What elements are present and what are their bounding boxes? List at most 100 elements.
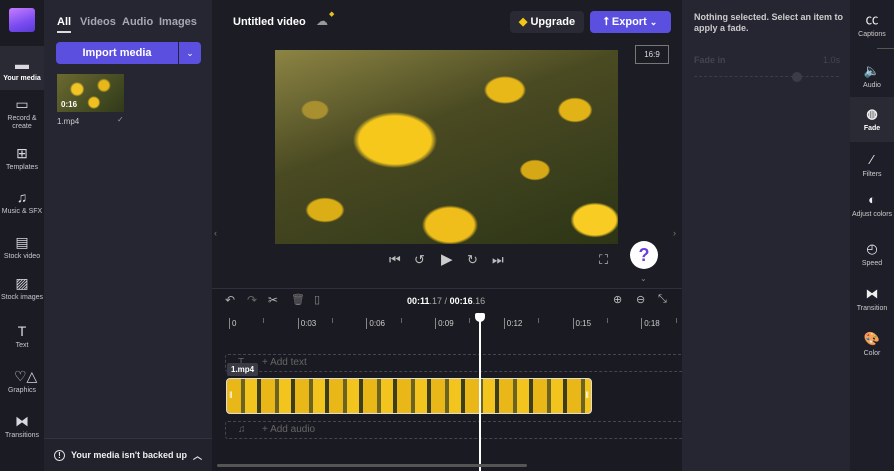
- media-filename: 1.mp4: [57, 117, 80, 126]
- aspect-ratio-button[interactable]: 16:9: [635, 45, 669, 64]
- nav-audio[interactable]: 🔈 Audio: [850, 63, 894, 90]
- playhead[interactable]: [479, 313, 481, 471]
- premium-gem-icon: ◆: [329, 11, 335, 18]
- help-button[interactable]: ?: [630, 241, 658, 269]
- undo-icon[interactable]: ↶: [225, 293, 235, 307]
- nav-color[interactable]: 🎨 Color: [850, 331, 894, 358]
- timeline-scrollbar[interactable]: [217, 464, 527, 467]
- properties-panel: Nothing selected. Select an item to appl…: [682, 0, 850, 471]
- nav-text[interactable]: T Text: [0, 323, 44, 350]
- image-icon: ▨: [15, 275, 29, 291]
- zoom-in-icon[interactable]: ⊕: [613, 293, 622, 306]
- nav-fade[interactable]: ◍ Fade: [850, 97, 894, 142]
- trim-handle-right[interactable]: ‖: [585, 390, 589, 400]
- skip-start-icon[interactable]: ⏮: [389, 252, 401, 268]
- zoom-out-icon[interactable]: ⊖: [636, 293, 645, 306]
- nav-graphics[interactable]: ♡△ Graphics: [0, 368, 44, 395]
- ruler-tick: [297, 318, 299, 329]
- nav-stock-images[interactable]: ▨ Stock images: [0, 275, 44, 302]
- nav-label: Graphics: [7, 387, 36, 394]
- nav-templates[interactable]: ⊞ Templates: [0, 145, 44, 172]
- upgrade-label: Upgrade: [530, 16, 576, 28]
- nav-adjust-colors[interactable]: ◐ Adjust colors: [850, 192, 894, 219]
- current-frac: .17: [429, 296, 443, 306]
- transition-icon: ⧓: [865, 286, 879, 301]
- ruler-minor-tick: [332, 318, 334, 323]
- tab-audio[interactable]: Audio: [122, 16, 153, 28]
- ruler-tick: [572, 318, 574, 329]
- no-selection-message: Nothing selected. Select an item to appl…: [694, 12, 844, 33]
- add-text-track[interactable]: T+ Add text: [225, 354, 685, 372]
- ruler-label: 0:15: [575, 319, 592, 328]
- add-media-icon[interactable]: ▯: [314, 293, 320, 306]
- export-label: Export: [611, 16, 647, 28]
- check-icon: ✓: [117, 115, 124, 124]
- ruler-label: 0:09: [438, 319, 454, 328]
- speaker-icon: 🔈: [863, 63, 881, 78]
- skip-end-icon[interactable]: ⏭: [492, 252, 504, 268]
- text-icon: T: [17, 323, 27, 339]
- tab-videos[interactable]: Videos: [80, 16, 116, 28]
- nav-record-create[interactable]: ▭ Record & create: [0, 96, 44, 131]
- time-sep: /: [442, 296, 450, 306]
- nav-captions[interactable]: ㏄ Captions: [850, 12, 894, 39]
- current-time: 00:11: [407, 296, 430, 306]
- nav-speed[interactable]: ◴ Speed: [850, 241, 894, 268]
- play-icon[interactable]: ▶: [441, 250, 453, 268]
- scissors-icon[interactable]: ✂: [268, 293, 278, 307]
- nav-label: Stock images: [0, 294, 44, 301]
- nav-music[interactable]: ♫ Music & SFX: [0, 189, 44, 216]
- chevron-up-icon: ︿: [192, 450, 202, 461]
- import-media-button[interactable]: Import media: [56, 42, 178, 64]
- video-preview: [275, 50, 618, 244]
- editor-center: Untitled video ☁ ◆ ◆ Upgrade ⭡ Export ⌄ …: [212, 0, 685, 471]
- nav-transitions[interactable]: ⧓ Transitions: [0, 413, 44, 440]
- timecode: 00:11.17 / 00:16.16: [407, 296, 485, 306]
- fade-in-label: Fade in: [694, 55, 726, 65]
- contrast-icon: ◐: [868, 192, 876, 207]
- collapse-left-icon[interactable]: ‹: [214, 228, 217, 238]
- redo-icon[interactable]: ↷: [247, 293, 257, 307]
- import-dropdown-button[interactable]: ⌄: [179, 42, 201, 64]
- ruler-label: 0:12: [506, 319, 523, 328]
- left-nav: ▬ Your media ▭ Record & create ⊞ Templates …: [0, 0, 44, 471]
- ruler-tick: [503, 318, 505, 329]
- ruler-minor-tick: [675, 318, 677, 323]
- backup-warning[interactable]: ! Your media isn't backed up ︿: [44, 438, 212, 471]
- nav-label: Speed: [861, 260, 883, 267]
- ruler-minor-tick: [606, 318, 608, 323]
- nav-transition[interactable]: ⧓ Transition: [850, 286, 894, 313]
- add-audio-track[interactable]: ♫ + Add audio: [225, 421, 685, 439]
- fade-in-value: 1.0s: [823, 55, 841, 65]
- nav-label: Audio: [863, 82, 881, 89]
- folder-icon: ▬: [15, 56, 29, 72]
- nav-filters[interactable]: ⁄ Filters: [850, 152, 894, 179]
- fullscreen-icon[interactable]: ⛶: [599, 252, 608, 268]
- fade-in-slider[interactable]: [694, 76, 839, 77]
- media-thumbnail[interactable]: 0:16: [57, 74, 124, 112]
- fade-in-slider-thumb[interactable]: [791, 72, 802, 82]
- nav-label: Record & create: [7, 115, 37, 130]
- nav-your-media[interactable]: ▬ Your media: [0, 46, 44, 90]
- fit-timeline-icon[interactable]: ⤡: [658, 293, 667, 306]
- trim-handle-left[interactable]: ‖: [229, 390, 233, 400]
- tab-images[interactable]: Images: [159, 16, 197, 28]
- video-clip[interactable]: ‖ ‖: [226, 378, 592, 414]
- camera-icon: ▭: [15, 96, 29, 112]
- rewind-5-icon[interactable]: ↺: [414, 252, 425, 268]
- upgrade-button[interactable]: ◆ Upgrade: [510, 11, 584, 33]
- nav-label: Your media: [3, 75, 41, 82]
- total-time: 00:16: [449, 296, 473, 306]
- nav-label: Transitions: [5, 432, 39, 439]
- tab-all[interactable]: All: [57, 16, 72, 33]
- chevron-down-icon[interactable]: ⌄: [640, 274, 647, 283]
- nav-label: Text: [15, 342, 29, 349]
- project-title[interactable]: Untitled video: [233, 16, 306, 28]
- nav-stock-video[interactable]: ▤ Stock video: [0, 234, 44, 261]
- trash-icon[interactable]: 🗑: [291, 293, 305, 306]
- forward-5-icon[interactable]: ↻: [467, 252, 478, 268]
- total-frac: .16: [472, 296, 486, 306]
- export-button[interactable]: ⭡ Export ⌄: [590, 11, 671, 33]
- collapse-right-icon[interactable]: ›: [673, 228, 676, 238]
- chevron-down-icon: ⌄: [649, 17, 658, 27]
